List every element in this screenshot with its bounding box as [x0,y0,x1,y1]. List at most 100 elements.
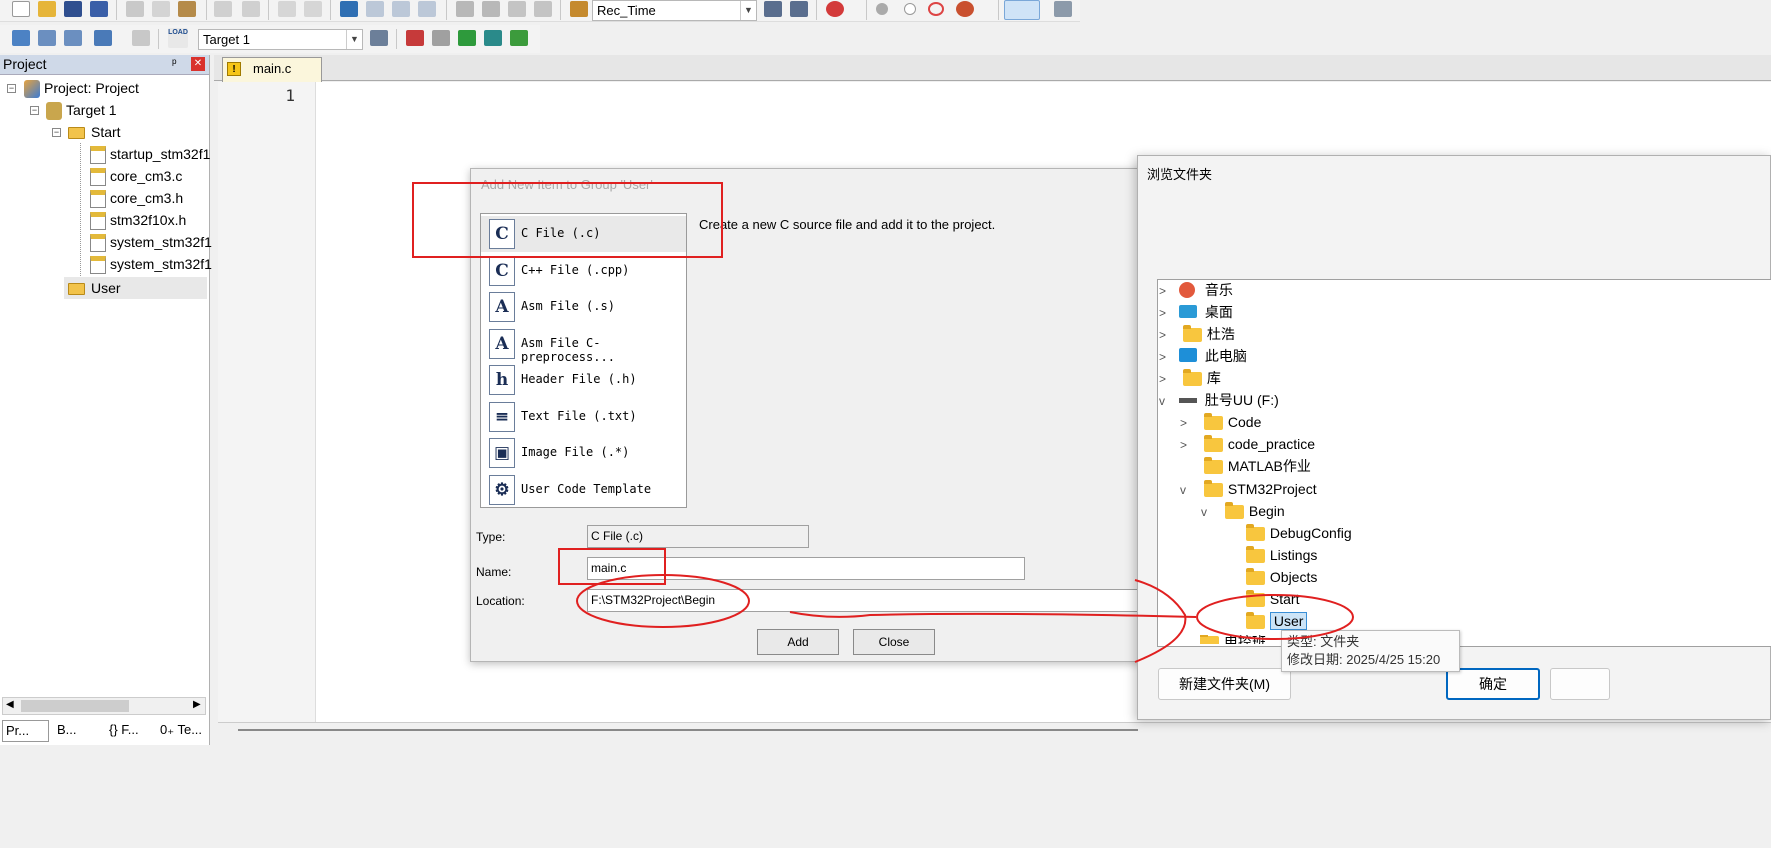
chevron-right-icon[interactable]: > [1159,302,1173,324]
add-button[interactable]: Add [757,629,839,655]
list-item-header-file[interactable]: h Header File (.h) [481,362,686,398]
target-options-icon[interactable] [370,30,388,46]
indent-icon[interactable] [456,1,474,17]
new-folder-button[interactable]: 新建文件夹(M) [1158,668,1291,700]
tree-project-root[interactable]: Project: Project [24,77,139,99]
list-item-asm-preprocess[interactable]: A Asm File C-preprocess... [481,326,686,364]
open-folder-icon[interactable] [38,1,56,17]
rebuild-icon[interactable] [64,30,82,46]
tree-item-music[interactable]: > 音乐 [1159,279,1233,301]
tree-file[interactable]: core_cm3.h [90,187,183,209]
unindent-icon[interactable] [482,1,500,17]
chevron-right-icon[interactable]: > [1159,280,1173,302]
uncomment-icon[interactable] [534,1,552,17]
tree-file[interactable]: system_stm32f1 [90,231,212,253]
debug-session-icon[interactable] [826,1,844,17]
chevron-right-icon[interactable]: > [1159,368,1173,390]
tree-item-begin[interactable]: v Begin [1201,500,1285,522]
editor-horizontal-scrollbar[interactable] [218,722,1771,740]
tree-file[interactable]: stm32f10x.h [90,209,186,231]
tree-item-start[interactable]: Start [1222,588,1299,610]
breakpoint-icon[interactable] [876,3,888,15]
nav-back-icon[interactable] [278,1,296,17]
location-input[interactable]: F:\STM32Project\Begin [587,589,1147,612]
bookmark-icon[interactable] [340,1,358,17]
save-all-icon[interactable] [90,1,108,17]
tree-group-user[interactable]: User [64,277,207,299]
download-icon[interactable]: LOAD [168,28,188,48]
tree-item-debugconfig[interactable]: DebugConfig [1222,522,1352,544]
prev-bookmark-icon[interactable] [366,1,384,17]
tree-item-stm32project[interactable]: v STM32Project [1180,478,1317,500]
clear-bookmarks-icon[interactable] [418,1,436,17]
tree-item-this-pc[interactable]: > 此电脑 [1159,345,1247,367]
chevron-down-icon[interactable]: ▼ [740,1,756,20]
tree-item-code[interactable]: > Code [1180,411,1261,433]
tab-main-c[interactable]: ! main.c [222,57,322,82]
list-item-asm-file[interactable]: A Asm File (.s) [481,289,686,325]
redo-icon[interactable] [242,1,260,17]
ok-button[interactable]: 确定 [1446,668,1540,700]
tree-item-library[interactable]: > 库 [1159,367,1221,389]
save-icon[interactable] [64,1,82,17]
tree-item-user[interactable]: User [1222,610,1308,632]
next-bookmark-icon[interactable] [392,1,410,17]
manage-components-icon[interactable] [432,30,450,46]
batch-build-icon[interactable] [94,30,112,46]
chevron-right-icon[interactable]: > [1159,346,1173,368]
cut-icon[interactable] [126,1,144,17]
configure-icon[interactable] [1054,1,1072,17]
nav-forward-icon[interactable] [304,1,322,17]
tree-item-matlab[interactable]: MATLAB作业 [1180,455,1311,477]
chevron-down-icon[interactable]: ▼ [346,30,362,49]
find-icon[interactable] [764,1,782,17]
file-extensions-icon[interactable] [406,30,424,46]
cancel-button[interactable] [1550,668,1610,700]
tree-file[interactable]: system_stm32f1 [90,253,212,275]
breakpoint-disabled-icon[interactable] [904,3,916,15]
tree-item-partial[interactable]: 电控班 [1200,635,1266,644]
scroll-thumb[interactable] [238,729,1138,731]
new-file-icon[interactable] [12,1,30,17]
list-item-cpp-file[interactable]: C C++ File (.cpp) [481,253,686,289]
list-item-user-template[interactable]: ⚙ User Code Template [481,472,686,507]
tab-functions[interactable]: {} F... [106,720,154,742]
incremental-find-icon[interactable] [790,1,808,17]
find-in-files-icon[interactable] [570,1,588,17]
close-icon[interactable]: ✕ [191,57,205,71]
build-icon[interactable] [38,30,56,46]
tab-books[interactable]: B... [54,720,102,742]
tree-file[interactable]: startup_stm32f1 [90,143,210,165]
select-packs-icon[interactable] [458,30,476,46]
tree-file[interactable]: core_cm3.c [90,165,182,187]
pack-installer-icon[interactable] [484,30,502,46]
paste-icon[interactable] [178,1,196,17]
find-combo[interactable]: Rec_Time ▼ [592,0,757,21]
tree-item-code-practice[interactable]: > code_practice [1180,433,1315,455]
window-layout-icon[interactable] [1004,0,1040,20]
target-combo[interactable]: Target 1 ▼ [198,29,363,50]
list-item-text-file[interactable]: ≡ Text File (.txt) [481,399,686,435]
tab-templates[interactable]: 0₊ Te... [157,720,209,742]
tree-expander[interactable]: − [7,84,16,93]
scroll-left-icon[interactable]: ◀ [6,699,14,710]
scroll-thumb[interactable] [21,700,129,712]
tree-item-listings[interactable]: Listings [1222,544,1317,566]
horizontal-scrollbar[interactable]: ◀ ▶ [2,697,206,715]
tree-expander[interactable]: − [52,128,61,137]
stop-build-icon[interactable] [132,30,150,46]
copy-icon[interactable] [152,1,170,17]
tree-item-user-folder[interactable]: > 杜浩 [1159,323,1235,345]
tree-item-objects[interactable]: Objects [1222,566,1317,588]
tree-expander[interactable]: − [30,106,39,115]
list-item-image-file[interactable]: ▣ Image File (.*) [481,435,686,471]
tree-item-desktop[interactable]: > 桌面 [1159,301,1233,323]
tree-target[interactable]: Target 1 [46,99,117,121]
chevron-down-icon[interactable]: v [1201,501,1215,523]
chevron-down-icon[interactable]: v [1180,479,1194,501]
chevron-down-icon[interactable]: v [1159,390,1173,412]
tree-group-start[interactable]: Start [68,121,121,143]
tree-item-drive-f[interactable]: v 肚号UU (F:) [1159,389,1279,411]
runtime-environment-icon[interactable] [510,30,528,46]
pin-icon[interactable]: ᵖ [172,56,177,70]
